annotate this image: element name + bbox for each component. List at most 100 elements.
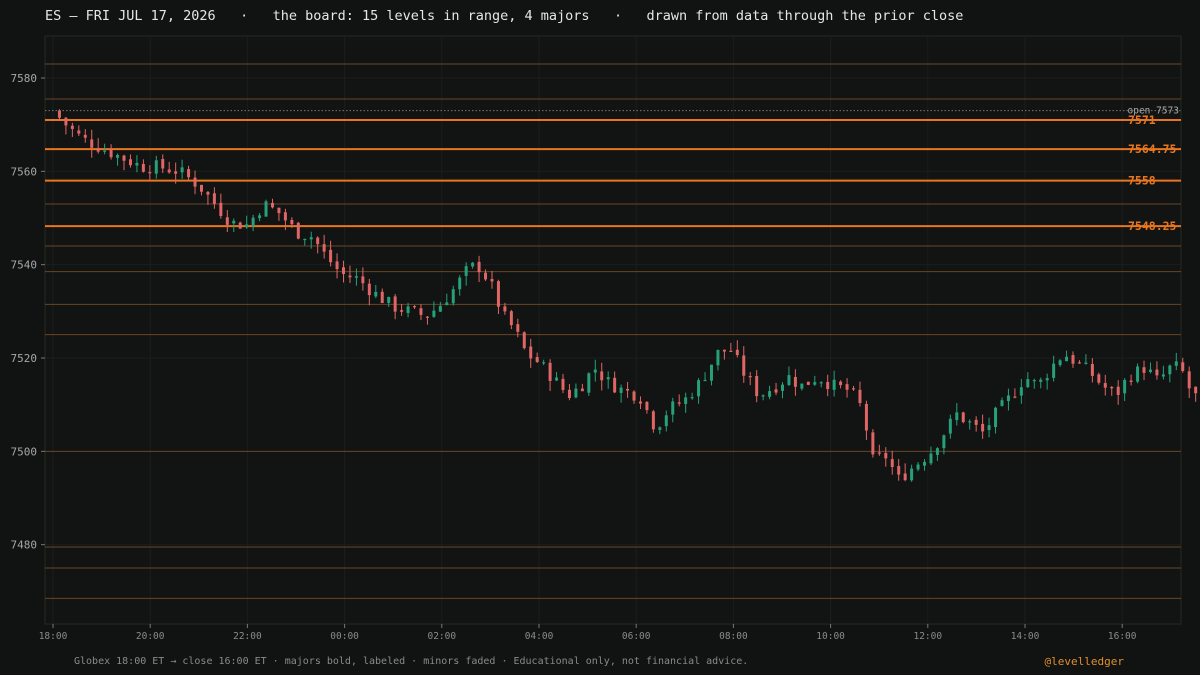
candle-body <box>109 148 113 158</box>
candle-body <box>1103 383 1107 388</box>
candle-body <box>464 266 468 276</box>
candle-body <box>858 389 862 403</box>
candle-body <box>432 310 436 317</box>
candle-body <box>96 148 100 152</box>
candle-body <box>780 384 784 391</box>
candle-body <box>864 403 868 431</box>
x-tick-label: 06:00 <box>622 631 651 642</box>
candle-body <box>671 401 675 415</box>
candle-body <box>451 289 455 304</box>
candle-body <box>471 262 475 267</box>
candle-body <box>1168 365 1172 375</box>
y-tick-label: 7520 <box>11 352 38 365</box>
candle-body <box>735 349 739 356</box>
candle-body <box>128 159 132 166</box>
candle-body <box>90 139 94 148</box>
candle-body <box>1039 379 1043 382</box>
candle-body <box>187 169 191 178</box>
candle-body <box>438 305 442 312</box>
candle-body <box>819 382 823 384</box>
candle-body <box>64 117 68 126</box>
y-tick-label: 7480 <box>11 539 38 552</box>
candle-body <box>1013 396 1017 398</box>
candle-body <box>935 448 939 455</box>
candle-body <box>916 464 920 470</box>
candle-body <box>555 377 559 381</box>
candle-body <box>684 397 688 404</box>
candle-body <box>690 397 694 399</box>
candle-body <box>135 162 139 166</box>
candle-body <box>638 401 642 404</box>
candle-body <box>1058 360 1062 366</box>
candle-body <box>141 163 145 172</box>
candle-body <box>1136 366 1140 382</box>
x-tick-label: 20:00 <box>136 631 165 642</box>
candle-body <box>1065 356 1069 362</box>
candle-body <box>238 222 242 229</box>
x-tick-label: 12:00 <box>913 631 942 642</box>
candle-body <box>174 171 178 174</box>
candle-body <box>57 110 61 118</box>
candle-body <box>180 167 184 173</box>
candle-body <box>1006 395 1010 402</box>
candle-body <box>251 217 255 227</box>
candle-body <box>335 261 339 270</box>
candle-body <box>813 382 817 385</box>
candle-body <box>806 381 810 385</box>
major-level-label: 7571 <box>1128 113 1156 127</box>
x-tick-label: 08:00 <box>719 631 748 642</box>
candle-body <box>580 388 584 392</box>
candle-body <box>948 418 952 434</box>
candle-body <box>122 155 126 161</box>
candle-body <box>606 377 610 380</box>
candle-body <box>503 306 507 312</box>
candle-body <box>890 459 894 467</box>
footer-note: Globex 18:00 ET → close 16:00 ET · major… <box>74 656 749 667</box>
candle-body <box>1116 386 1120 395</box>
candle-body <box>103 150 107 152</box>
candle-body <box>1045 378 1049 381</box>
candle-body <box>567 389 571 399</box>
x-tick-label: 16:00 <box>1108 631 1137 642</box>
candle-body <box>897 466 901 475</box>
candle-body <box>167 169 171 173</box>
candle-body <box>955 412 959 421</box>
candle-body <box>574 388 578 398</box>
candle-body <box>1148 369 1152 372</box>
x-tick-label: 02:00 <box>427 631 456 642</box>
candle-body <box>516 324 520 332</box>
candle-body <box>529 346 533 359</box>
candle-body <box>199 184 203 192</box>
candle-body <box>761 395 765 397</box>
candle-body <box>522 332 526 349</box>
candle-body <box>839 381 843 386</box>
candle-body <box>445 302 449 306</box>
major-level-label: 7564.75 <box>1128 142 1177 156</box>
candle-body <box>852 388 856 390</box>
candle-body <box>587 373 591 393</box>
candle-body <box>283 212 287 221</box>
candle-body <box>903 473 907 481</box>
candle-body <box>258 215 262 219</box>
candle-body <box>1187 371 1191 389</box>
candle-body <box>290 219 294 225</box>
candle-body <box>826 381 830 390</box>
x-tick-label: 14:00 <box>1011 631 1040 642</box>
candle-body <box>626 388 630 391</box>
candle-body <box>1000 400 1004 406</box>
candle-body <box>709 364 713 381</box>
candle-body <box>225 217 229 225</box>
candle-body <box>374 291 378 297</box>
candle-body <box>942 435 946 449</box>
candle-body <box>548 362 552 381</box>
candle-body <box>703 379 707 382</box>
candle-body <box>316 237 320 245</box>
candle-body <box>329 249 333 263</box>
candle-body <box>929 453 933 464</box>
candle-body <box>484 272 488 280</box>
candle-body <box>245 224 249 228</box>
candle-body <box>677 402 681 404</box>
candle-body <box>981 423 985 432</box>
candle-body <box>845 384 849 390</box>
chart-frame: ES — FRI JUL 17, 2026 · the board: 15 le… <box>0 0 1200 675</box>
